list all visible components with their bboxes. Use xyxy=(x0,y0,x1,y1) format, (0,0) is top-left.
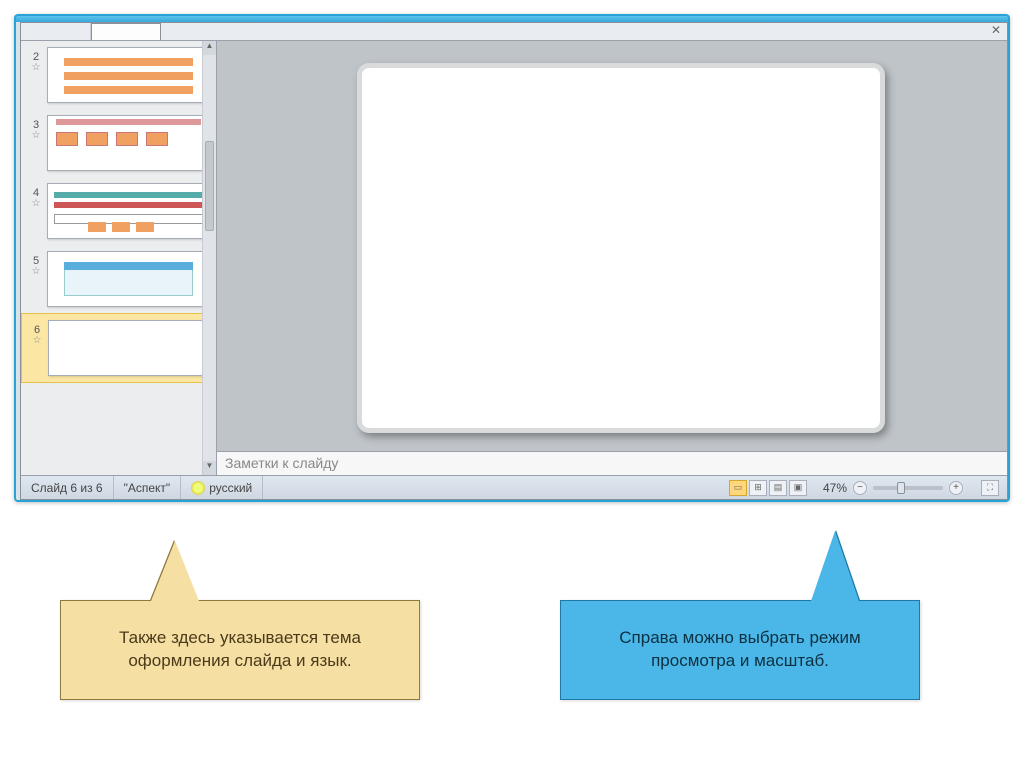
view-sorter-button[interactable]: ⊞ xyxy=(749,480,767,496)
status-bar: Слайд 6 из 6 "Аспект" русский ▭ ⊞ ▤ ▣ 47… xyxy=(21,475,1007,499)
close-panel-icon[interactable]: ✕ xyxy=(985,23,1007,40)
slide-editor-area[interactable] xyxy=(217,41,1007,451)
thumbnail-preview xyxy=(47,47,210,103)
scroll-up-icon[interactable]: ▲ xyxy=(203,41,216,55)
animation-star-icon: ☆ xyxy=(33,336,42,346)
scroll-thumb[interactable] xyxy=(205,141,214,231)
thumbnail-preview xyxy=(47,183,210,239)
view-reading-button[interactable]: ▤ xyxy=(769,480,787,496)
thumbnail-preview xyxy=(47,115,210,171)
animation-star-icon: ☆ xyxy=(32,267,41,277)
spellcheck-icon xyxy=(191,481,205,495)
animation-star-icon: ☆ xyxy=(32,131,41,141)
animation-star-icon: ☆ xyxy=(32,63,41,73)
callout-view-zoom: Справа можно выбрать режим просмотра и м… xyxy=(560,600,920,700)
zoom-out-button[interactable]: − xyxy=(853,481,867,495)
thumbnail-slide-4[interactable]: 4 ☆ xyxy=(21,177,216,245)
status-language[interactable]: русский xyxy=(181,476,263,499)
slides-panel-tabs: ✕ xyxy=(21,23,1007,41)
zoom-in-button[interactable]: + xyxy=(949,481,963,495)
zoom-percentage[interactable]: 47% xyxy=(823,481,847,495)
presentation-frame: ✕ 2 ☆ 3 ☆ xyxy=(14,14,1010,502)
thumbnails-scrollbar[interactable]: ▲ ▼ xyxy=(202,41,216,475)
view-normal-button[interactable]: ▭ xyxy=(729,480,747,496)
thumbnail-slide-2[interactable]: 2 ☆ xyxy=(21,41,216,109)
thumbnail-slide-5[interactable]: 5 ☆ xyxy=(21,245,216,313)
callout-theme-language: Также здесь указывается тема оформления … xyxy=(60,600,420,700)
thumbnail-preview xyxy=(48,320,209,376)
animation-star-icon: ☆ xyxy=(32,199,41,209)
scroll-down-icon[interactable]: ▼ xyxy=(203,461,216,475)
powerpoint-window: ✕ 2 ☆ 3 ☆ xyxy=(20,22,1008,500)
notes-pane[interactable]: Заметки к слайду xyxy=(217,451,1007,475)
zoom-controls: 47% − + xyxy=(813,481,973,495)
current-slide-canvas[interactable] xyxy=(357,63,885,433)
tab-slides[interactable] xyxy=(91,23,161,40)
slide-thumbnails-panel: 2 ☆ 3 ☆ 4 ☆ xyxy=(21,41,217,475)
fit-to-window-button[interactable]: ⛶ xyxy=(981,480,999,496)
status-theme: "Аспект" xyxy=(114,476,182,499)
view-mode-buttons: ▭ ⊞ ▤ ▣ xyxy=(723,480,813,496)
view-slideshow-button[interactable]: ▣ xyxy=(789,480,807,496)
thumbnail-slide-3[interactable]: 3 ☆ xyxy=(21,109,216,177)
thumbnail-slide-6[interactable]: 6 ☆ xyxy=(21,313,216,383)
thumbnail-preview xyxy=(47,251,210,307)
zoom-slider-thumb[interactable] xyxy=(897,482,905,494)
tab-outline[interactable] xyxy=(21,23,91,40)
status-slide-counter: Слайд 6 из 6 xyxy=(21,476,114,499)
notes-placeholder: Заметки к слайду xyxy=(225,455,338,471)
zoom-slider[interactable] xyxy=(873,486,943,490)
